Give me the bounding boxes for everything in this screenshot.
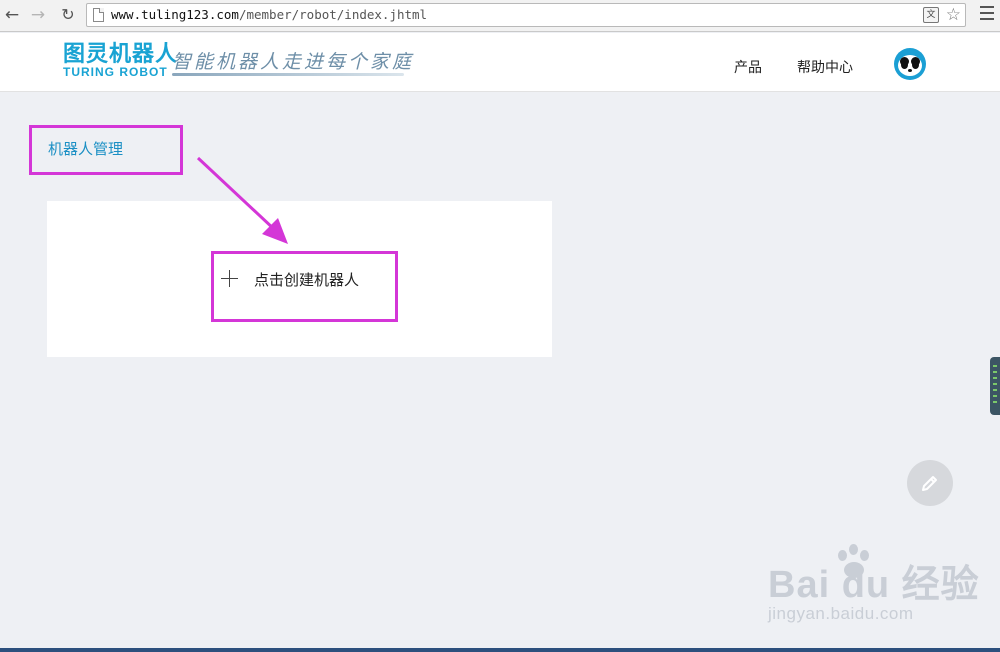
watermark-main: Bai du 经验 bbox=[768, 564, 980, 606]
watermark: Bai du 经验 jingyan.baidu.com bbox=[768, 553, 980, 624]
annotation-box-title bbox=[29, 125, 183, 175]
reload-icon[interactable]: ↻ bbox=[58, 5, 78, 25]
back-icon[interactable]: ← bbox=[2, 5, 22, 25]
translate-icon[interactable]: 文 bbox=[923, 7, 939, 23]
slogan: 智能机器人走进每个家庭 bbox=[172, 51, 415, 73]
annotation-arrow-icon bbox=[196, 156, 288, 244]
edit-button[interactable] bbox=[907, 460, 953, 506]
panda-avatar-icon[interactable] bbox=[894, 48, 926, 80]
page-icon bbox=[93, 8, 104, 22]
nav-help-center[interactable]: 帮助中心 bbox=[797, 57, 853, 77]
forward-icon[interactable]: → bbox=[28, 5, 48, 25]
pencil-icon bbox=[922, 476, 937, 491]
taskbar-edge bbox=[0, 648, 1000, 652]
side-scroll-tab[interactable] bbox=[990, 357, 1000, 415]
logo[interactable]: 图灵机器人 TURING ROBOT bbox=[63, 41, 179, 80]
slogan-underline bbox=[172, 73, 404, 76]
site-header: 图灵机器人 TURING ROBOT 智能机器人走进每个家庭 产品 帮助中心 bbox=[0, 33, 1000, 92]
url-text[interactable]: www.tuling123.com/member/robot/index.jht… bbox=[111, 7, 427, 22]
menu-icon[interactable] bbox=[980, 6, 994, 24]
annotation-box-create bbox=[211, 251, 398, 322]
logo-chinese: 图灵机器人 bbox=[63, 41, 179, 66]
star-icon[interactable]: ☆ bbox=[946, 5, 961, 25]
browser-toolbar: ← → ↻ www.tuling123.com/member/robot/ind… bbox=[0, 0, 1000, 32]
address-bar[interactable]: www.tuling123.com/member/robot/index.jht… bbox=[86, 3, 966, 27]
logo-english: TURING ROBOT bbox=[63, 65, 168, 79]
nav-products[interactable]: 产品 bbox=[734, 57, 762, 77]
